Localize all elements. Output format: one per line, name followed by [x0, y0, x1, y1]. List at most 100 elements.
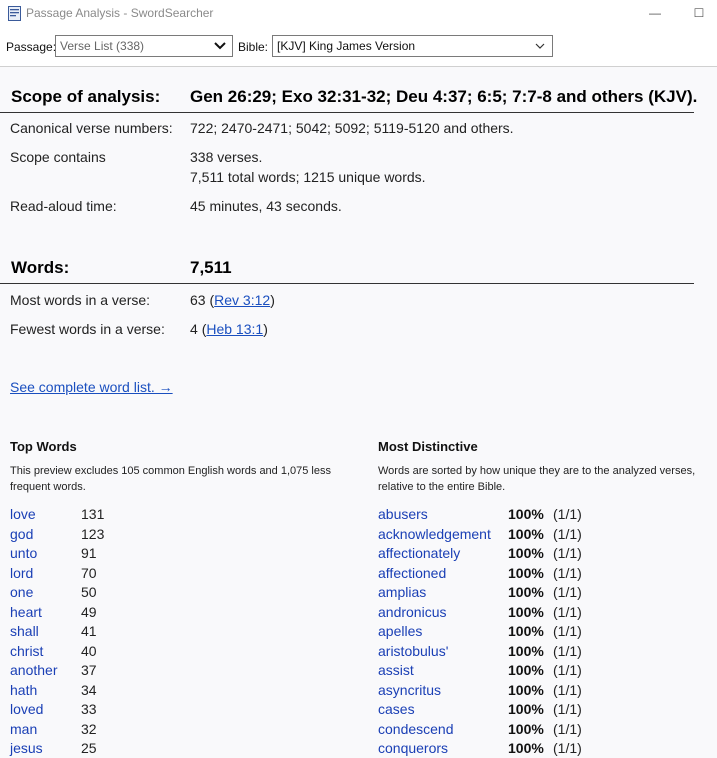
maximize-button[interactable]: ☐	[689, 4, 709, 22]
top-word-count: 91	[81, 545, 97, 561]
top-words-description: This preview excludes 105 common English…	[10, 465, 331, 493]
top-word-link[interactable]: loved	[10, 701, 43, 717]
distinctive-ratio: (1/1)	[553, 740, 582, 756]
distinctive-word-link[interactable]: acknowledgement	[378, 526, 491, 542]
distinctive-percent: 100%	[508, 506, 544, 522]
top-word-link[interactable]: another	[10, 662, 57, 678]
fewest-words-count: 4	[190, 321, 198, 337]
distinctive-word-link[interactable]: cases	[378, 701, 415, 717]
minimize-button[interactable]: —	[645, 4, 665, 22]
distinctive-ratio: (1/1)	[553, 720, 582, 737]
distinctive-ratio: (1/1)	[553, 525, 582, 542]
readaloud-value: 45 minutes, 43 seconds.	[190, 198, 342, 214]
top-word-count: 70	[81, 564, 97, 581]
top-word-count: 41	[81, 623, 97, 639]
top-word-count: 123	[81, 525, 105, 542]
distinctive-word-link[interactable]: affectioned	[378, 565, 446, 581]
top-word-link[interactable]: heart	[10, 604, 42, 620]
distinctive-ratio: (1/1)	[553, 642, 582, 659]
distinctive-percent: 100%	[508, 681, 544, 698]
top-word-count: 34	[81, 681, 97, 698]
top-word-count: 25	[81, 740, 97, 756]
distinctive-word-link[interactable]: asyncritus	[378, 682, 441, 698]
top-word-count: 32	[81, 720, 97, 737]
distinctive-percent: 100%	[508, 603, 544, 620]
top-word-count: 49	[81, 603, 97, 620]
most-words-value: 63 (Rev 3:12)	[190, 292, 275, 308]
top-word-link[interactable]: shall	[10, 623, 39, 639]
top-word-link[interactable]: god	[10, 526, 33, 542]
see-word-list-link[interactable]: See complete word list. →	[10, 379, 173, 395]
distinctive-word-link[interactable]: affectionately	[378, 545, 460, 561]
top-word-link[interactable]: unto	[10, 545, 37, 561]
distinctive-ratio: (1/1)	[553, 681, 582, 698]
top-word-count: 131	[81, 506, 105, 522]
distinctive-word-link[interactable]: aristobulus'	[378, 643, 448, 659]
distinctive-percent: 100%	[508, 740, 544, 756]
distinctive-percent: 100%	[508, 525, 544, 542]
chevron-down-icon	[213, 36, 227, 56]
top-word-link[interactable]: lord	[10, 565, 33, 581]
window-title: Passage Analysis - SwordSearcher	[26, 6, 214, 20]
distinctive-word-link[interactable]: assist	[378, 662, 414, 678]
distinctive-ratio: (1/1)	[553, 545, 582, 561]
readaloud-label: Read-aloud time:	[10, 198, 117, 214]
distinctive-word-link[interactable]: conquerors	[378, 740, 448, 756]
bible-label: Bible:	[238, 40, 269, 54]
chevron-down-icon	[533, 36, 547, 56]
distinctive-percent: 100%	[508, 642, 544, 659]
bible-dropdown[interactable]: [KJV] King James Version	[272, 35, 553, 57]
distinctive-word-link[interactable]: amplias	[378, 584, 426, 600]
most-words-label: Most words in a verse:	[10, 292, 151, 308]
distinctive-description: Words are sorted by how unique they are …	[378, 465, 696, 493]
scope-passages: Gen 26:29; Exo 32:31-32; Deu 4:37; 6:5; …	[190, 87, 698, 106]
scope-divider	[0, 112, 694, 113]
distinctive-word-link[interactable]: condescend	[378, 721, 454, 737]
toolbar: Passage: Verse List (338) Bible: [KJV] K…	[0, 28, 717, 67]
top-word-link[interactable]: love	[10, 506, 36, 522]
scope-word-count: 7,511 total words; 1215 unique words.	[190, 169, 426, 185]
most-words-verse-link[interactable]: Rev 3:12	[214, 292, 270, 308]
top-word-count: 40	[81, 642, 97, 659]
paren-close: )	[270, 292, 275, 308]
analysis-report: Scope of analysis: Gen 26:29; Exo 32:31-…	[0, 67, 717, 758]
distinctive-word-link[interactable]: abusers	[378, 506, 428, 522]
swordsearcher-app-icon	[8, 6, 21, 21]
fewest-words-verse-link[interactable]: Heb 13:1	[206, 321, 263, 337]
distinctive-ratio: (1/1)	[553, 584, 582, 600]
words-heading: Words:	[11, 258, 70, 277]
canonical-value: 722; 2470-2471; 5042; 5092; 5119-5120 an…	[190, 120, 514, 136]
bible-dropdown-value: [KJV] King James Version	[277, 39, 416, 53]
passage-label: Passage:	[6, 40, 57, 54]
top-word-link[interactable]: christ	[10, 643, 43, 659]
top-word-count: 33	[81, 701, 97, 717]
top-word-link[interactable]: hath	[10, 682, 37, 698]
scope-contains-label: Scope contains	[10, 149, 106, 165]
distinctive-word-link[interactable]: apelles	[378, 623, 422, 639]
title-bar: Passage Analysis - SwordSearcher — ☐	[0, 0, 717, 28]
top-word-link[interactable]: jesus	[10, 740, 43, 756]
words-total: 7,511	[190, 258, 232, 277]
canonical-label: Canonical verse numbers:	[10, 120, 173, 136]
passage-dropdown-value: Verse List (338)	[60, 39, 145, 53]
distinctive-percent: 100%	[508, 701, 544, 717]
top-words-title: Top Words	[10, 439, 77, 454]
paren-close: )	[263, 321, 268, 337]
distinctive-word-link[interactable]: andronicus	[378, 604, 447, 620]
words-divider	[0, 283, 694, 284]
distinctive-ratio: (1/1)	[553, 564, 582, 581]
distinctive-percent: 100%	[508, 564, 544, 581]
passage-dropdown[interactable]: Verse List (338)	[55, 35, 233, 57]
distinctive-ratio: (1/1)	[553, 506, 582, 522]
distinctive-percent: 100%	[508, 662, 544, 678]
fewest-words-label: Fewest words in a verse:	[10, 321, 165, 337]
distinctive-ratio: (1/1)	[553, 701, 582, 717]
top-word-count: 37	[81, 662, 97, 678]
top-word-link[interactable]: man	[10, 721, 37, 737]
distinctive-percent: 100%	[508, 720, 544, 737]
fewest-words-value: 4 (Heb 13:1)	[190, 321, 268, 337]
top-word-link[interactable]: one	[10, 584, 33, 600]
scope-verse-count: 338 verses.	[190, 149, 263, 165]
distinctive-title: Most Distinctive	[378, 439, 478, 454]
distinctive-ratio: (1/1)	[553, 603, 582, 620]
